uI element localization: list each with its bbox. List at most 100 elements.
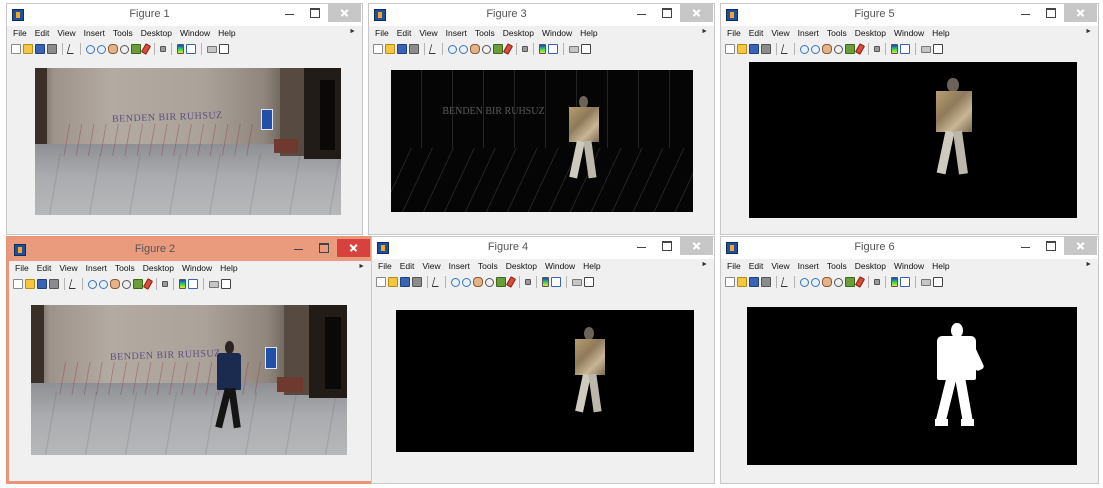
figure-4-image-axes[interactable] [396,310,694,452]
insert-colorbar-icon[interactable] [891,44,898,54]
maximize-button[interactable] [302,4,328,22]
rotate-3d-icon[interactable] [485,277,494,287]
pan-icon[interactable] [822,44,832,54]
save-icon[interactable] [37,279,47,289]
rotate-3d-icon[interactable] [834,44,843,54]
menu-tools[interactable]: Tools [113,28,133,38]
edit-plot-icon[interactable] [68,279,79,289]
menu-edit[interactable]: Edit [749,28,764,38]
menu-edit[interactable]: Edit [35,28,50,38]
menu-insert[interactable]: Insert [798,28,819,38]
zoom-out-icon[interactable] [811,277,820,287]
rotate-3d-icon[interactable] [120,44,129,54]
menu-insert[interactable]: Insert [446,28,467,38]
menu-view[interactable]: View [59,263,77,273]
insert-colorbar-icon[interactable] [179,279,186,289]
menu-edit[interactable]: Edit [400,261,415,271]
menu-overflow-arrow-icon[interactable]: ► [1085,28,1092,35]
menu-window[interactable]: Window [182,263,212,273]
figure-1-window[interactable]: Figure 1 File Edit View Insert Tools Des… [6,3,363,235]
figure-6-window[interactable]: Figure 6 File Edit View Insert Tools Des… [720,236,1099,484]
new-figure-icon[interactable] [373,44,383,54]
figure-6-title-bar[interactable]: Figure 6 [721,237,1098,259]
link-plot-icon[interactable] [874,279,880,285]
close-button[interactable] [680,4,713,22]
menu-view[interactable]: View [422,261,440,271]
insert-colorbar-icon[interactable] [177,44,184,54]
link-plot-icon[interactable] [874,46,880,52]
menu-desktop[interactable]: Desktop [855,261,886,271]
menu-window[interactable]: Window [894,28,924,38]
figure-5-window[interactable]: Figure 5 File Edit View Insert Tools Des… [720,3,1099,235]
menu-edit[interactable]: Edit [37,263,52,273]
edit-plot-icon[interactable] [66,44,77,54]
figure-2-title-bar[interactable]: Figure 2 [9,239,371,261]
maximize-button[interactable] [654,237,680,255]
menu-view[interactable]: View [57,28,75,38]
insert-legend-icon[interactable] [900,44,910,54]
figure-4-title-bar[interactable]: Figure 4 [372,237,714,259]
maximize-button[interactable] [311,239,337,257]
brush-icon[interactable] [854,276,866,288]
menu-file[interactable]: File [375,28,389,38]
hide-plot-tools-icon[interactable] [921,45,931,53]
menu-desktop[interactable]: Desktop [143,263,174,273]
open-file-icon[interactable] [385,44,395,54]
open-file-icon[interactable] [737,277,747,287]
insert-colorbar-icon[interactable] [542,277,549,287]
insert-legend-icon[interactable] [186,44,196,54]
menu-insert[interactable]: Insert [84,28,105,38]
rotate-3d-icon[interactable] [482,44,491,54]
zoom-in-icon[interactable] [448,44,457,54]
print-icon[interactable] [409,44,419,54]
menu-insert[interactable]: Insert [449,261,470,271]
figure-5-image-axes[interactable] [749,62,1077,218]
open-file-icon[interactable] [737,44,747,54]
link-plot-icon[interactable] [160,46,166,52]
pan-icon[interactable] [470,44,480,54]
zoom-out-icon[interactable] [459,44,468,54]
figure-1-image-axes[interactable]: BENDEN BIR RUHSUZ [35,68,341,215]
hide-plot-tools-icon[interactable] [207,45,217,53]
menu-help[interactable]: Help [580,28,597,38]
data-cursor-icon[interactable] [845,277,855,287]
show-plot-tools-icon[interactable] [933,277,943,287]
figure-5-title-bar[interactable]: Figure 5 [721,4,1098,26]
menu-window[interactable]: Window [180,28,210,38]
save-icon[interactable] [397,44,407,54]
print-icon[interactable] [47,44,57,54]
menu-desktop[interactable]: Desktop [506,261,537,271]
figure-2-window[interactable]: Figure 2 File Edit View Insert Tools Des… [6,236,374,484]
pan-icon[interactable] [822,277,832,287]
menu-view[interactable]: View [771,261,789,271]
maximize-button[interactable] [1038,237,1064,255]
edit-plot-icon[interactable] [428,44,439,54]
open-file-icon[interactable] [23,44,33,54]
zoom-out-icon[interactable] [97,44,106,54]
open-file-icon[interactable] [25,279,35,289]
figure-1-title-bar[interactable]: Figure 1 [7,4,362,26]
brush-icon[interactable] [854,43,866,55]
menu-help[interactable]: Help [932,28,949,38]
zoom-out-icon[interactable] [811,44,820,54]
menu-desktop[interactable]: Desktop [141,28,172,38]
data-cursor-icon[interactable] [133,279,143,289]
menu-tools[interactable]: Tools [827,261,847,271]
zoom-in-icon[interactable] [451,277,460,287]
minimize-button[interactable] [1012,4,1038,22]
zoom-out-icon[interactable] [462,277,471,287]
close-button[interactable] [1064,237,1097,255]
rotate-3d-icon[interactable] [122,279,131,289]
print-icon[interactable] [49,279,59,289]
save-icon[interactable] [35,44,45,54]
minimize-button[interactable] [276,4,302,22]
zoom-in-icon[interactable] [86,44,95,54]
brush-icon[interactable] [142,278,154,290]
menu-file[interactable]: File [13,28,27,38]
brush-icon[interactable] [140,43,152,55]
close-button[interactable] [1064,4,1097,22]
menu-view[interactable]: View [419,28,437,38]
zoom-out-icon[interactable] [99,279,108,289]
edit-plot-icon[interactable] [780,44,791,54]
open-file-icon[interactable] [388,277,398,287]
